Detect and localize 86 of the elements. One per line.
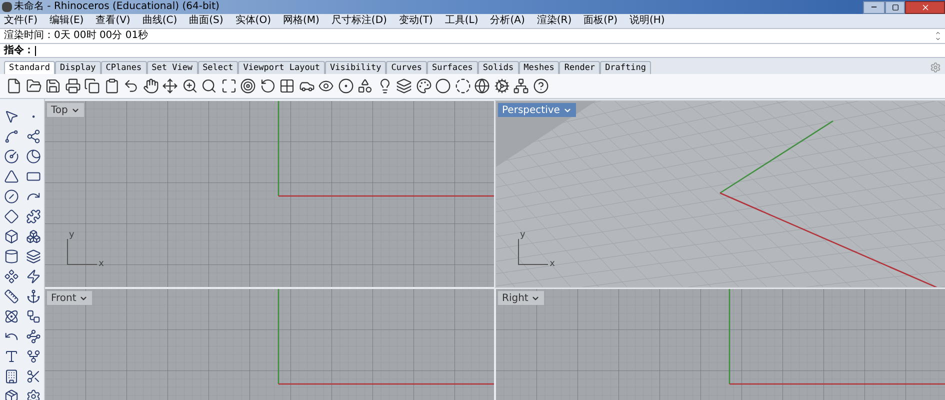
menu-item[interactable]: 曲面(S) bbox=[189, 16, 224, 26]
toolbar-tab[interactable]: Curves bbox=[386, 61, 427, 74]
axis-label: x bbox=[550, 260, 555, 269]
viewport[interactable]: Front bbox=[45, 289, 494, 400]
copy-icon[interactable] bbox=[84, 78, 100, 94]
menu-item[interactable]: 查看(V) bbox=[96, 16, 130, 26]
toolbar-tab[interactable]: Visibility bbox=[325, 61, 386, 74]
axis-label: y bbox=[520, 231, 526, 240]
new-file-icon[interactable] bbox=[6, 78, 22, 94]
toolbar-tab[interactable]: Render bbox=[559, 61, 600, 74]
trim-icon[interactable] bbox=[26, 369, 40, 384]
pointer-icon[interactable] bbox=[4, 109, 18, 124]
shapes-icon[interactable] bbox=[357, 78, 373, 94]
move-icon[interactable] bbox=[162, 78, 178, 94]
sphere-icon[interactable] bbox=[435, 78, 451, 94]
undo-icon[interactable] bbox=[123, 78, 139, 94]
app-logo-icon bbox=[2, 2, 12, 12]
circle-dot-icon[interactable] bbox=[338, 78, 354, 94]
menu-item[interactable]: 网格(M) bbox=[282, 16, 320, 26]
window-title: 未命名 - Rhinoceros (Educational) (64-bit) bbox=[14, 2, 220, 12]
command-field[interactable]: 指令： bbox=[0, 43, 945, 58]
box-icon[interactable] bbox=[4, 229, 18, 244]
viewport[interactable]: Top y x bbox=[45, 101, 494, 287]
viewport-title: Top bbox=[51, 104, 68, 118]
toolbar-tab[interactable]: Surfaces bbox=[426, 61, 478, 74]
history-text: 渲染时间：0天 00时 00分 01秒 bbox=[4, 31, 148, 41]
circle-icon[interactable] bbox=[4, 149, 18, 164]
eye-icon[interactable] bbox=[318, 78, 334, 94]
scroll-down-icon[interactable] bbox=[935, 36, 941, 42]
menu-item[interactable]: 曲线(C) bbox=[142, 16, 178, 26]
options-icon[interactable] bbox=[26, 389, 40, 400]
viewport[interactable]: Perspective y x bbox=[496, 101, 945, 287]
axis-label: y bbox=[69, 231, 74, 240]
maximize-button[interactable] bbox=[885, 0, 905, 14]
viewport[interactable]: Right bbox=[496, 289, 945, 400]
toolbar-tab[interactable]: Solids bbox=[478, 61, 519, 74]
menu-item[interactable]: 实体(O) bbox=[235, 16, 271, 26]
viewport-title-tab[interactable]: Right bbox=[498, 291, 544, 305]
viewport-title: Perspective bbox=[502, 104, 560, 118]
toolbar-tab[interactable]: Display bbox=[54, 61, 101, 74]
menu-item[interactable]: 尺寸标注(D) bbox=[331, 16, 387, 26]
search-icon[interactable] bbox=[201, 78, 217, 94]
menu-item[interactable]: 说明(H) bbox=[630, 16, 665, 26]
viewport-title-tab[interactable]: Top bbox=[47, 103, 84, 117]
toolbar-tab[interactable]: Standard bbox=[4, 61, 55, 74]
menu-item[interactable]: 变动(T) bbox=[398, 16, 433, 26]
color-wheel-icon[interactable] bbox=[416, 78, 432, 94]
maximize-icon bbox=[892, 4, 898, 10]
printer-icon[interactable] bbox=[64, 78, 80, 94]
dimension-icon[interactable] bbox=[4, 289, 18, 304]
menu-item[interactable]: 文件(F) bbox=[4, 16, 38, 26]
target-icon[interactable] bbox=[240, 78, 256, 94]
menu-item[interactable]: 分析(A) bbox=[490, 16, 525, 26]
toolbar-tab[interactable]: Set View bbox=[146, 61, 198, 74]
close-button[interactable] bbox=[905, 0, 945, 14]
help-icon[interactable] bbox=[532, 78, 548, 94]
viewport-title: Front bbox=[51, 292, 76, 306]
viewport-title-tab[interactable]: Perspective bbox=[498, 103, 576, 117]
four-viewports-icon[interactable] bbox=[279, 78, 295, 94]
close-icon bbox=[920, 2, 930, 12]
toolbar-tab[interactable]: Meshes bbox=[518, 61, 560, 74]
toolbar-tab[interactable]: Select bbox=[198, 61, 238, 74]
rotate-icon[interactable] bbox=[260, 78, 276, 94]
menu-item[interactable]: 面板(P) bbox=[584, 16, 618, 26]
hand-icon[interactable] bbox=[142, 78, 158, 94]
open-folder-icon[interactable] bbox=[26, 78, 42, 94]
toolbar-tab[interactable]: CPlanes bbox=[100, 61, 147, 74]
clipboard-icon[interactable] bbox=[104, 78, 120, 94]
cylinder-icon[interactable] bbox=[4, 249, 18, 264]
scroll-up-icon[interactable] bbox=[935, 30, 941, 36]
toolbar-tab[interactable]: Viewport Layout bbox=[238, 61, 326, 74]
viewport-title: Right bbox=[502, 292, 528, 306]
menu-item[interactable]: 编辑(E) bbox=[50, 16, 84, 26]
command-label: 指令： bbox=[4, 46, 34, 56]
axis-label: x bbox=[98, 260, 104, 269]
layers-icon[interactable] bbox=[396, 78, 412, 94]
save-icon[interactable] bbox=[45, 78, 61, 94]
menu-item[interactable]: 工具(L) bbox=[444, 16, 478, 26]
tree-icon[interactable] bbox=[513, 78, 529, 94]
minimize-button[interactable] bbox=[863, 0, 885, 14]
zoom-in-icon[interactable] bbox=[182, 78, 198, 94]
text-icon[interactable] bbox=[4, 349, 18, 364]
zoom-extents-icon[interactable] bbox=[220, 78, 236, 94]
toolbar-tab[interactable]: Drafting bbox=[600, 61, 652, 74]
viewport-title-tab[interactable]: Front bbox=[47, 291, 92, 305]
menu-item[interactable]: 渲染(R) bbox=[536, 16, 572, 26]
